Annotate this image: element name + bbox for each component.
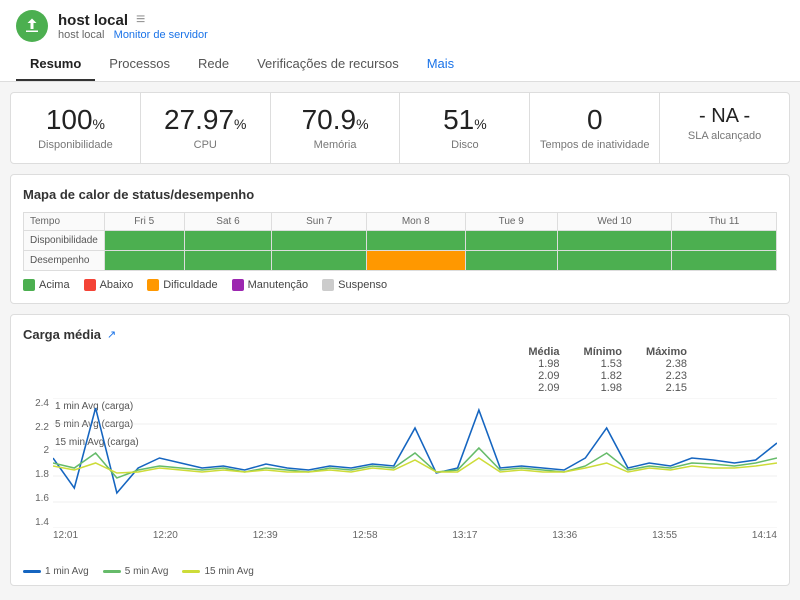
chart-svg bbox=[53, 398, 777, 528]
tab-rede[interactable]: Rede bbox=[184, 48, 243, 81]
stat-inatividade: 0 Tempos de inatividade bbox=[530, 93, 660, 163]
heatmap-col-header-1: Fri 5 bbox=[104, 212, 184, 230]
legend-suspenso: Suspenso bbox=[322, 279, 387, 291]
col-header-media: Média bbox=[528, 346, 559, 358]
tabs: Resumo Processos Rede Verificações de re… bbox=[16, 48, 784, 81]
stat-disponibilidade: 100% Disponibilidade bbox=[11, 93, 141, 163]
heatmap-cell bbox=[557, 230, 671, 250]
legend-15min: 15 min Avg bbox=[182, 566, 253, 577]
heatmap-title: Mapa de calor de status/desempenho bbox=[23, 187, 777, 202]
chart-section: Carga média ↗ Média 1.98 2.09 2.09 Mínim… bbox=[10, 314, 790, 586]
heatmap-cell bbox=[104, 230, 184, 250]
stat-5min-media: 2.09 bbox=[528, 370, 559, 382]
menu-icon[interactable]: ≡ bbox=[136, 11, 145, 29]
heatmap-cell bbox=[557, 250, 671, 270]
stat-5min-max: 2.23 bbox=[646, 370, 687, 382]
heatmap-row-label-0: Disponibilidade bbox=[24, 230, 105, 250]
monitor-link[interactable]: Monitor de servidor bbox=[114, 29, 208, 41]
heatmap-col-header-0: Tempo bbox=[24, 212, 105, 230]
host-name: host local bbox=[58, 12, 128, 29]
col-header-minimo: Mínimo bbox=[584, 346, 623, 358]
x-axis: 12:01 12:20 12:39 12:58 13:17 13:36 13:5… bbox=[53, 530, 777, 541]
chart-canvas bbox=[53, 398, 777, 528]
stat-sla: - NA - SLA alcançado bbox=[660, 93, 789, 163]
stat-1min-max: 2.38 bbox=[646, 358, 687, 370]
stat-cpu: 27.97% CPU bbox=[141, 93, 271, 163]
host-info: host local ≡ host local Monitor de servi… bbox=[58, 11, 784, 41]
legend-acima: Acima bbox=[23, 279, 70, 291]
legend-line-1min bbox=[23, 570, 41, 573]
heatmap-cell bbox=[366, 230, 465, 250]
stat-15min-max: 2.15 bbox=[646, 382, 687, 394]
header: host local ≡ host local Monitor de servi… bbox=[0, 0, 800, 82]
tab-resumo[interactable]: Resumo bbox=[16, 48, 95, 81]
legend-dificuldade: Dificuldade bbox=[147, 279, 217, 291]
heatmap-cell bbox=[104, 250, 184, 270]
stat-15min-media: 2.09 bbox=[528, 382, 559, 394]
upload-icon bbox=[23, 17, 41, 35]
tab-verificacoes[interactable]: Verificações de recursos bbox=[243, 48, 413, 81]
legend-dot-abaixo bbox=[84, 279, 96, 291]
stat-memoria: 70.9% Memória bbox=[271, 93, 401, 163]
heatmap-col-header-4: Mon 8 bbox=[366, 212, 465, 230]
stat-5min-min: 1.82 bbox=[584, 370, 623, 382]
tab-mais[interactable]: Mais bbox=[413, 48, 468, 81]
heatmap-col-header-6: Wed 10 bbox=[557, 212, 671, 230]
legend-line-5min bbox=[103, 570, 121, 573]
legend-5min: 5 min Avg bbox=[103, 566, 169, 577]
chart-title: Carga média bbox=[23, 327, 101, 342]
stat-1min-media: 1.98 bbox=[528, 358, 559, 370]
legend-dot-manutencao bbox=[232, 279, 244, 291]
heatmap-cell bbox=[672, 250, 777, 270]
legend-line-15min bbox=[182, 570, 200, 573]
heatmap-col-header-2: Sat 6 bbox=[184, 212, 272, 230]
heatmap-cell bbox=[465, 250, 557, 270]
heatmap-col-header-7: Thu 11 bbox=[672, 212, 777, 230]
heatmap-legend: Acima Abaixo Dificuldade Manutenção Susp… bbox=[23, 279, 777, 291]
heatmap-cell bbox=[366, 250, 465, 270]
legend-manutencao: Manutenção bbox=[232, 279, 309, 291]
stat-1min-min: 1.53 bbox=[584, 358, 623, 370]
stat-15min-min: 1.98 bbox=[584, 382, 623, 394]
heatmap-row-label-1: Desempenho bbox=[24, 250, 105, 270]
legend-dot-suspenso bbox=[322, 279, 334, 291]
chart-legend: 1 min Avg 5 min Avg 15 min Avg bbox=[23, 566, 777, 577]
heatmap-cell bbox=[184, 250, 272, 270]
heatmap-cell bbox=[184, 230, 272, 250]
avatar bbox=[16, 10, 48, 42]
legend-abaixo: Abaixo bbox=[84, 279, 134, 291]
chart-link-icon[interactable]: ↗ bbox=[107, 328, 116, 341]
stats-bar: 100% Disponibilidade 27.97% CPU 70.9% Me… bbox=[10, 92, 790, 164]
col-header-maximo: Máximo bbox=[646, 346, 687, 358]
heatmap-cell bbox=[272, 250, 367, 270]
heatmap-col-header-5: Tue 9 bbox=[465, 212, 557, 230]
heatmap-col-header-3: Sun 7 bbox=[272, 212, 367, 230]
heatmap-cell bbox=[272, 230, 367, 250]
tab-processos[interactable]: Processos bbox=[95, 48, 184, 81]
host-subtitle: host local Monitor de servidor bbox=[58, 29, 784, 41]
legend-dot-acima bbox=[23, 279, 35, 291]
legend-dot-dificuldade bbox=[147, 279, 159, 291]
heatmap-cell bbox=[465, 230, 557, 250]
heatmap-section: Mapa de calor de status/desempenho Tempo… bbox=[10, 174, 790, 304]
heatmap-cell bbox=[672, 230, 777, 250]
legend-1min: 1 min Avg bbox=[23, 566, 89, 577]
y-axis: 2.4 2.2 2 1.8 1.6 1.4 bbox=[23, 398, 53, 528]
stat-disco: 51% Disco bbox=[400, 93, 530, 163]
